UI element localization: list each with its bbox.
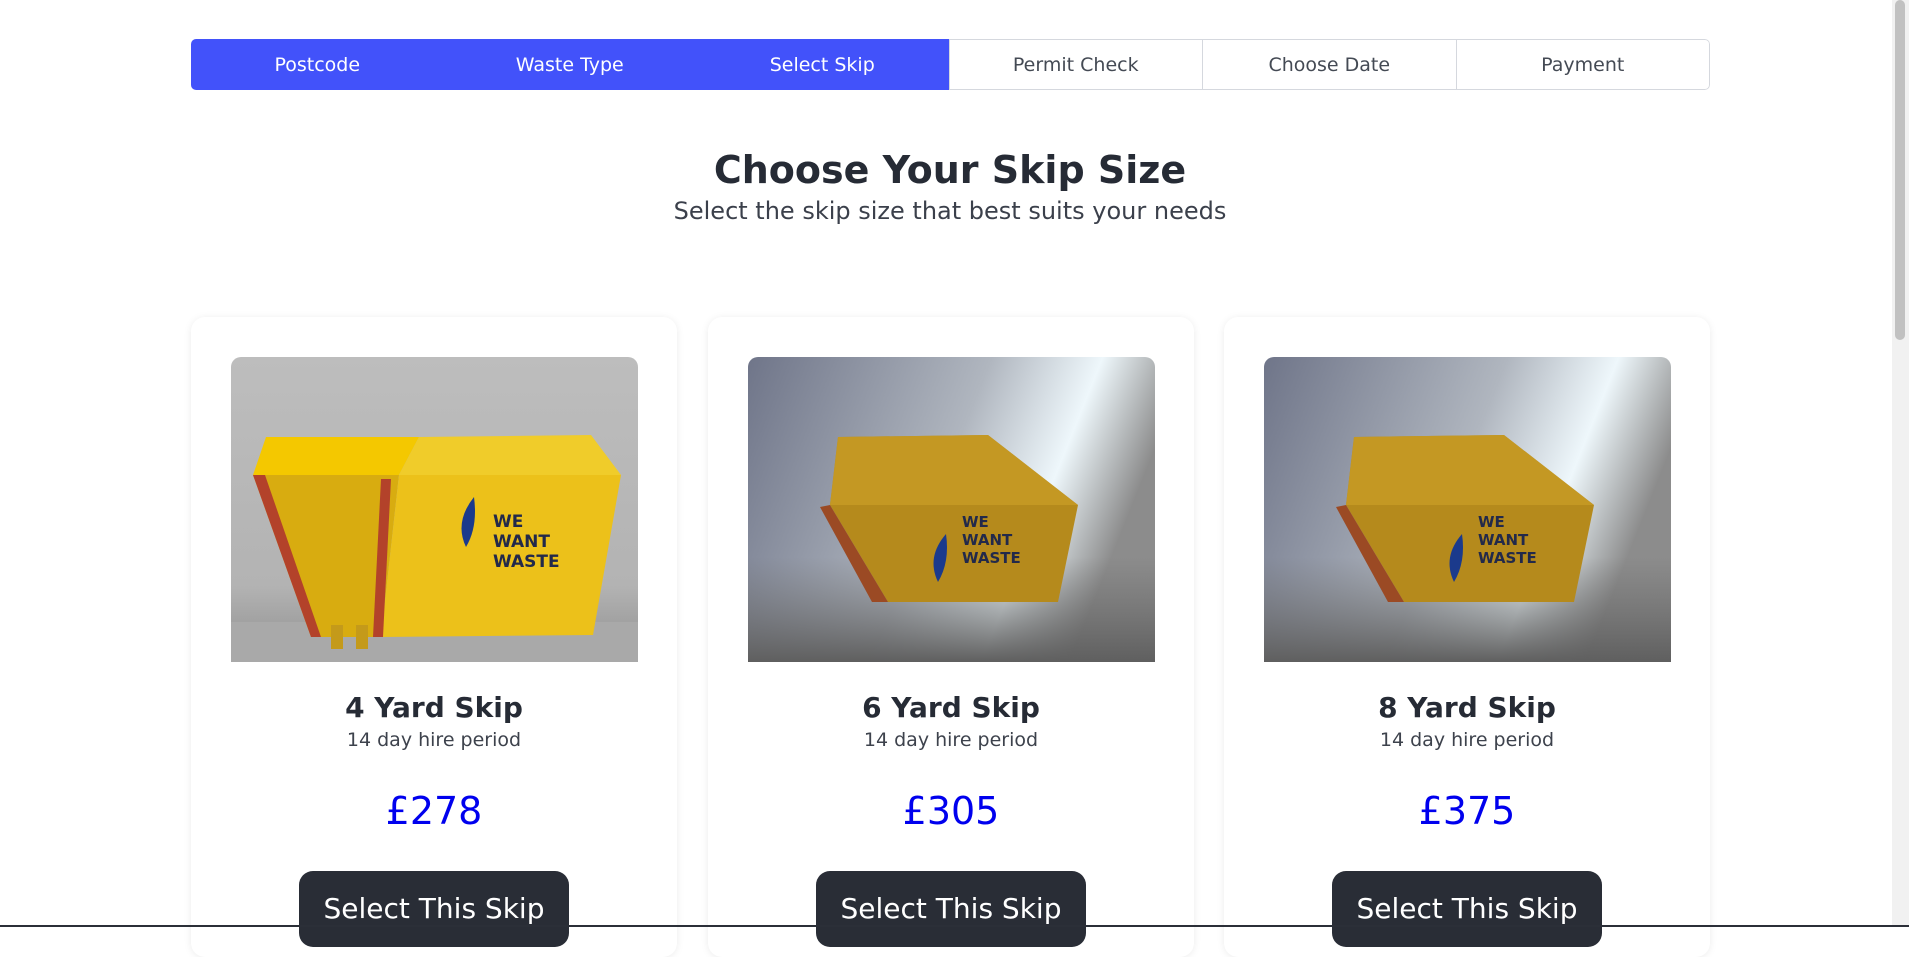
step-permit-check[interactable]: Permit Check xyxy=(948,39,1203,90)
skip-name: 4 Yard Skip xyxy=(345,691,523,724)
step-label: Permit Check xyxy=(1012,53,1139,76)
skip-card-6-yard: WE WANT WASTE 6 Yard Skip 14 day hire pe… xyxy=(708,317,1194,957)
step-waste-type[interactable]: Waste Type xyxy=(443,39,696,90)
svg-text:WASTE: WASTE xyxy=(962,549,1021,567)
skip-price: £305 xyxy=(902,789,1000,833)
scrollbar-thumb[interactable] xyxy=(1895,0,1905,340)
step-label: Waste Type xyxy=(515,53,624,76)
svg-text:WANT: WANT xyxy=(1478,531,1529,549)
step-label: Postcode xyxy=(274,53,361,76)
select-skip-button[interactable]: Select This Skip xyxy=(299,871,569,947)
svg-text:WASTE: WASTE xyxy=(1478,549,1537,567)
step-label: Choose Date xyxy=(1268,53,1391,76)
svg-text:WANT: WANT xyxy=(962,531,1013,549)
skip-name: 6 Yard Skip xyxy=(862,691,1040,724)
step-label: Select Skip xyxy=(769,53,875,76)
step-select-skip[interactable]: Select Skip xyxy=(696,39,949,90)
step-payment[interactable]: Payment xyxy=(1456,39,1710,90)
hire-period: 14 day hire period xyxy=(863,729,1039,751)
select-skip-button[interactable]: Select This Skip xyxy=(1332,871,1602,947)
svg-text:WASTE: WASTE xyxy=(493,552,560,572)
step-postcode[interactable]: Postcode xyxy=(191,39,444,90)
step-choose-date[interactable]: Choose Date xyxy=(1203,39,1457,90)
yellow-skip-image: WE WANT WASTE xyxy=(1264,357,1671,662)
svg-text:WE: WE xyxy=(962,513,989,531)
skip-name: 8 Yard Skip xyxy=(1378,691,1556,724)
yellow-skip-image: WE WANT WASTE xyxy=(748,357,1155,662)
svg-text:WANT: WANT xyxy=(493,532,550,552)
yellow-skip-image: WE WANT WASTE xyxy=(231,357,638,662)
select-skip-button[interactable]: Select This Skip xyxy=(816,871,1086,947)
skip-card-8-yard: WE WANT WASTE 8 Yard Skip 14 day hire pe… xyxy=(1224,317,1710,957)
svg-text:WE: WE xyxy=(493,512,523,532)
step-label: Payment xyxy=(1541,53,1625,76)
skip-card-4-yard: WE WANT WASTE 4 Yard Skip 14 day hire pe… xyxy=(191,317,677,957)
hire-period: 14 day hire period xyxy=(1379,729,1555,751)
hire-period: 14 day hire period xyxy=(346,729,522,751)
skip-price: £278 xyxy=(385,789,483,833)
scrollbar[interactable] xyxy=(1892,0,1909,927)
svg-text:WE: WE xyxy=(1478,513,1505,531)
page-title: Choose Your Skip Size xyxy=(713,148,1187,192)
progress-stepper: Postcode Waste Type Select Skip Permit C… xyxy=(191,39,1710,90)
skip-price: £375 xyxy=(1418,789,1516,833)
page-subtitle: Select the skip size that best suits you… xyxy=(673,197,1227,225)
